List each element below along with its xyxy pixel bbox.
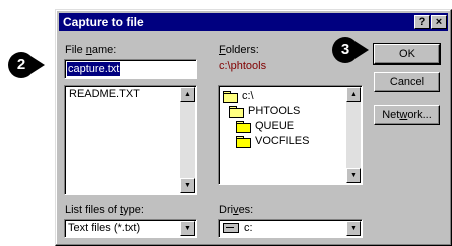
title-bar: Capture to file ? × [59, 13, 448, 31]
file-type-value: Text files (*.txt) [68, 222, 141, 234]
chevron-down-icon[interactable]: ▼ [180, 221, 195, 236]
scroll-down-icon[interactable]: ▼ [346, 168, 361, 183]
dialog-title: Capture to file [63, 15, 144, 29]
file-list[interactable]: README.TXT ▲ ▼ [64, 85, 197, 195]
tree-item-vocfiles[interactable]: VOCFILES [236, 134, 309, 148]
folder-tree[interactable]: c:\ PHTOOLS QUEUE VOCFILES ▲ ▼ [218, 85, 363, 185]
folder-tree-scrollbar[interactable]: ▲ ▼ [346, 87, 361, 183]
folder-icon [236, 135, 251, 148]
scroll-down-icon[interactable]: ▼ [180, 178, 195, 193]
file-list-item[interactable]: README.TXT [69, 88, 140, 100]
current-path: c:\phtools [219, 60, 267, 72]
file-type-select[interactable]: Text files (*.txt) ▼ [64, 219, 197, 238]
open-folder-icon [223, 90, 238, 103]
scroll-up-icon[interactable]: ▲ [180, 87, 195, 102]
filename-label: File name: [65, 44, 117, 56]
capture-to-file-dialog: Capture to file ? × File name: capture.t… [55, 9, 452, 246]
file-type-label: List files of type: [65, 204, 144, 216]
drives-label: Drives: [219, 204, 254, 216]
ok-button[interactable]: OK [373, 43, 441, 65]
scroll-up-icon[interactable]: ▲ [346, 87, 361, 102]
close-button[interactable]: × [431, 15, 447, 29]
file-list-scrollbar[interactable]: ▲ ▼ [180, 87, 195, 193]
drive-icon [223, 223, 239, 234]
filename-value: capture.txt [67, 62, 121, 76]
callout-3-pointer [355, 41, 369, 59]
filename-input[interactable]: capture.txt [64, 59, 197, 79]
callout-2-pointer [31, 56, 45, 74]
folder-icon [236, 120, 251, 133]
drives-select[interactable]: c: ▼ [218, 219, 363, 238]
drive-value: c: [223, 222, 253, 234]
tree-item-root[interactable]: c:\ [223, 89, 254, 103]
chevron-down-icon[interactable]: ▼ [346, 221, 361, 236]
network-button[interactable]: Network... [374, 105, 440, 125]
tree-item-queue[interactable]: QUEUE [236, 119, 294, 133]
help-button[interactable]: ? [414, 15, 430, 29]
open-folder-icon [229, 105, 244, 118]
cancel-button[interactable]: Cancel [374, 72, 440, 92]
tree-item-phtools[interactable]: PHTOOLS [229, 104, 300, 118]
folders-label: Folders: [219, 44, 259, 56]
